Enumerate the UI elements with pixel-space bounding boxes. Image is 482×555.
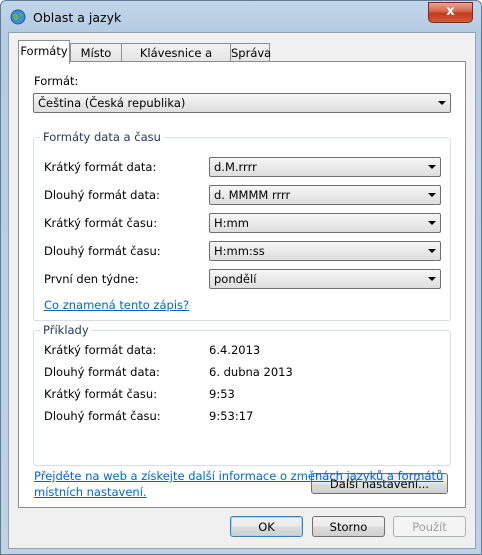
apply-button[interactable]: Použít [393,516,466,537]
format-select-value: Čeština (Česká republika) [38,96,186,110]
tab-klavesnice-a-jazyky[interactable]: Klávesnice a jazyky [121,43,231,78]
first-day-select[interactable]: pondělí [209,269,441,289]
short-time-select[interactable]: H:mm [209,213,441,233]
ok-button[interactable]: OK [230,516,303,537]
example-short-date-label: Krátký formát data: [44,343,157,357]
chevron-down-icon [438,101,446,105]
short-date-value: d.M.rrrr [214,160,257,174]
chevron-down-icon [428,277,436,281]
example-long-time-value: 9:53:17 [209,409,254,423]
first-day-label: První den týdne: [44,272,139,286]
long-date-select[interactable]: d. MMMM rrrr [209,185,441,205]
dialog-client: Formáty Místo Klávesnice a jazyky Správa… [8,32,476,549]
tab-formaty[interactable]: Formáty [18,40,70,64]
short-date-select[interactable]: d.M.rrrr [209,157,441,177]
tab-misto[interactable]: Místo [70,43,122,63]
datetime-group-title: Formáty data a času [40,130,164,144]
info-link-line2[interactable]: místních nastavení. [34,485,147,499]
short-date-label: Krátký formát data: [44,160,157,174]
examples-group: Příklady Krátký formát data: 6.4.2013 Dl… [33,323,451,466]
long-date-value: d. MMMM rrrr [214,188,291,202]
long-time-value: H:mm:ss [214,244,265,258]
format-label: Formát: [34,74,79,88]
example-long-date-value: 6. dubna 2013 [209,365,293,379]
dialog-window: Oblast a jazyk x Formáty Místo Klávesnic… [0,0,482,555]
chevron-down-icon [428,165,436,169]
chevron-down-icon [428,193,436,197]
chevron-down-icon [428,249,436,253]
chevron-down-icon [428,221,436,225]
long-time-select[interactable]: H:mm:ss [209,241,441,261]
first-day-value: pondělí [214,272,257,286]
close-icon: x [446,4,455,19]
tab-sprava[interactable]: Správa [230,43,271,63]
notation-help-link[interactable]: Co znamená tento zápis? [44,298,189,312]
close-button[interactable]: x [428,2,473,23]
info-link-line1[interactable]: Přejděte na web a získejte další informa… [34,469,443,483]
short-time-value: H:mm [214,216,249,230]
example-short-time-label: Krátký formát času: [44,387,158,401]
long-time-label: Dlouhý formát času: [44,244,161,258]
datetime-formats-group: Formáty data a času Krátký formát data: … [33,130,451,321]
example-long-date-label: Dlouhý formát data: [44,365,160,379]
short-time-label: Krátký formát času: [44,216,158,230]
example-short-time-value: 9:53 [209,387,235,401]
format-select[interactable]: Čeština (Česká republika) [33,93,451,113]
example-short-date-value: 6.4.2013 [209,343,261,357]
example-long-time-label: Dlouhý formát času: [44,409,161,423]
window-title: Oblast a jazyk [33,10,122,25]
cancel-button[interactable]: Storno [312,516,385,537]
long-date-label: Dlouhý formát data: [44,188,160,202]
globe-icon [10,9,26,25]
examples-group-title: Příklady [40,323,92,337]
title-bar[interactable]: Oblast a jazyk x [1,1,481,33]
tab-panel-formaty: Formát: Čeština (Česká republika) Formát… [18,61,466,508]
